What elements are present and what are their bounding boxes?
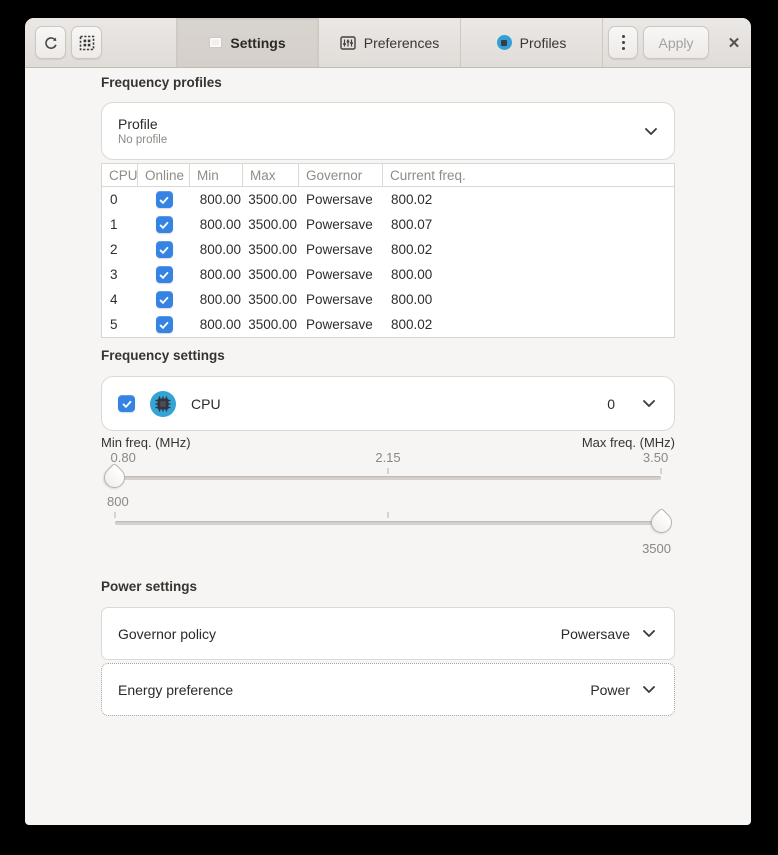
min-freq-slider-value: 800: [107, 494, 129, 509]
min-slider-mark-high: 3.50: [643, 450, 668, 465]
max-freq-slider-track[interactable]: [115, 521, 661, 525]
menu-button[interactable]: [608, 26, 638, 59]
frequency-settings-heading: Frequency settings: [101, 348, 675, 363]
online-checkbox[interactable]: [156, 291, 173, 308]
tab-preferences-label: Preferences: [364, 35, 439, 51]
frequency-sliders: 0.80 2.15 3.50 800 3500: [101, 450, 675, 568]
cpu-selector-value[interactable]: 0: [607, 396, 615, 412]
refresh-icon: [43, 35, 59, 51]
col-header-current-freq[interactable]: Current freq.: [383, 164, 674, 186]
max-freq-label: Max freq. (MHz): [582, 435, 675, 450]
tab-profiles-label: Profiles: [520, 35, 567, 51]
check-icon: [158, 269, 170, 281]
apply-button[interactable]: Apply: [643, 26, 709, 59]
profile-selector-title: Profile: [118, 116, 167, 132]
tab-settings[interactable]: Settings: [176, 18, 318, 67]
tab-preferences[interactable]: Preferences: [318, 18, 460, 67]
online-checkbox[interactable]: [156, 241, 173, 258]
online-checkbox[interactable]: [156, 316, 173, 333]
profile-selector-value: No profile: [118, 134, 167, 146]
max-freq-slider-value: 3500: [642, 541, 671, 556]
col-header-min[interactable]: Min: [190, 164, 243, 186]
energy-preference-label: Energy preference: [118, 682, 233, 698]
online-checkbox[interactable]: [156, 216, 173, 233]
energy-preference-value: Power: [590, 682, 630, 698]
cpu-table: CPU Online Min Max Governor Current freq…: [101, 163, 675, 338]
apply-button-label: Apply: [658, 35, 693, 51]
cpu-table-header: CPU Online Min Max Governor Current freq…: [102, 164, 674, 187]
check-icon: [158, 244, 170, 256]
governor-policy-label: Governor policy: [118, 626, 216, 642]
select-all-icon: [79, 35, 95, 51]
main-content: Frequency profiles Profile No profile CP…: [101, 69, 675, 716]
online-checkbox[interactable]: [156, 191, 173, 208]
menu-icon: [622, 35, 625, 50]
min-freq-slider-handle[interactable]: [100, 463, 130, 493]
tab-profiles[interactable]: Profiles: [460, 18, 603, 67]
cpu-selector-row: CPU 0: [101, 376, 675, 431]
max-freq-slider-handle[interactable]: [647, 508, 677, 538]
profiles-icon: [497, 35, 512, 50]
energy-preference-selector[interactable]: Energy preference Power: [101, 663, 675, 716]
chevron-down-icon[interactable]: [642, 399, 656, 408]
view-switcher: Settings Preferences Profiles: [176, 18, 603, 67]
col-header-cpu[interactable]: CPU: [102, 164, 138, 186]
table-row[interactable]: 1 800.00 3500.00 Powersave 800.07: [102, 212, 674, 237]
close-button[interactable]: ✕: [721, 30, 747, 56]
col-header-online[interactable]: Online: [138, 164, 190, 186]
governor-policy-value: Powersave: [561, 626, 630, 642]
check-icon: [158, 194, 170, 206]
app-window: Settings Preferences Profiles: [25, 18, 751, 825]
governor-policy-selector[interactable]: Governor policy Powersave: [101, 607, 675, 660]
min-freq-label: Min freq. (MHz): [101, 435, 191, 450]
tab-settings-label: Settings: [230, 35, 285, 51]
check-icon: [158, 294, 170, 306]
table-row[interactable]: 3 800.00 3500.00 Powersave 800.00: [102, 262, 674, 287]
check-icon: [121, 398, 133, 410]
table-row[interactable]: 5 800.00 3500.00 Powersave 800.02: [102, 312, 674, 337]
cpu-chip-icon: [150, 391, 176, 417]
close-icon: ✕: [728, 34, 741, 52]
min-slider-mark-mid: 2.15: [375, 450, 400, 465]
min-freq-slider-track[interactable]: [115, 476, 661, 480]
power-settings-heading: Power settings: [101, 579, 675, 594]
col-header-governor[interactable]: Governor: [299, 164, 383, 186]
check-icon: [158, 219, 170, 231]
check-icon: [158, 319, 170, 331]
select-all-button[interactable]: [71, 26, 102, 59]
cpu-selector-label: CPU: [191, 396, 221, 412]
refresh-button[interactable]: [35, 26, 66, 59]
profile-selector[interactable]: Profile No profile: [101, 102, 675, 160]
chevron-down-icon: [642, 629, 656, 638]
col-header-max[interactable]: Max: [243, 164, 299, 186]
chevron-down-icon: [642, 685, 656, 694]
titlebar: Settings Preferences Profiles: [25, 18, 751, 68]
chevron-down-icon: [644, 127, 658, 136]
settings-chip-icon: [209, 37, 222, 48]
preferences-icon: [340, 36, 356, 50]
online-checkbox[interactable]: [156, 266, 173, 283]
cpu-online-checkbox[interactable]: [118, 395, 135, 412]
table-row[interactable]: 4 800.00 3500.00 Powersave 800.00: [102, 287, 674, 312]
table-row[interactable]: 0 800.00 3500.00 Powersave 800.02: [102, 187, 674, 212]
table-row[interactable]: 2 800.00 3500.00 Powersave 800.02: [102, 237, 674, 262]
frequency-profiles-heading: Frequency profiles: [101, 75, 675, 90]
